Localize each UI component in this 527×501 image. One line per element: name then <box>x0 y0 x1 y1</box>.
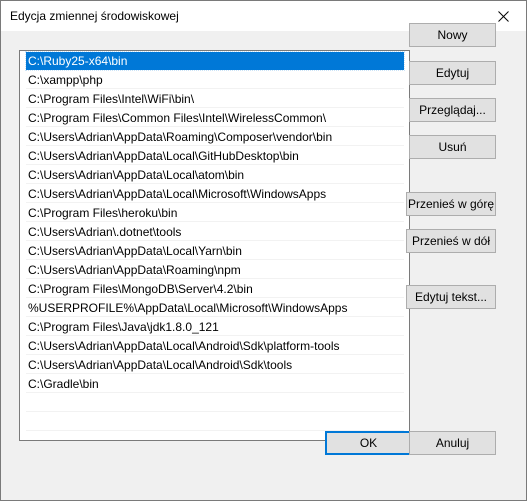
path-list-item[interactable]: C:\Program Files\MongoDB\Server\4.2\bin <box>26 280 404 298</box>
path-list-item[interactable]: C:\Users\Adrian\AppData\Roaming\npm <box>26 261 404 279</box>
path-list-item[interactable]: C:\Users\Adrian\AppData\Local\Android\Sd… <box>26 337 404 355</box>
path-list-item[interactable]: C:\Users\Adrian\AppData\Local\Yarn\bin <box>26 242 404 260</box>
path-list-item[interactable]: C:\Users\Adrian\AppData\Local\Android\Sd… <box>26 356 404 374</box>
path-list-item[interactable]: C:\Users\Adrian\.dotnet\tools <box>26 223 404 241</box>
move-up-button[interactable]: Przenieś w górę <box>406 192 496 216</box>
browse-button[interactable]: Przeglądaj... <box>409 98 496 122</box>
window-title: Edycja zmiennej środowiskowej <box>10 9 179 23</box>
path-list-item[interactable]: C:\Program Files\Common Files\Intel\Wire… <box>26 109 404 127</box>
empty-list-row[interactable] <box>26 394 404 412</box>
path-list-item[interactable]: C:\Users\Adrian\AppData\Local\Microsoft\… <box>26 185 404 203</box>
edit-text-button[interactable]: Edytuj tekst... <box>406 285 496 309</box>
move-down-button[interactable]: Przenieś w dół <box>406 229 496 253</box>
edit-button[interactable]: Edytuj <box>409 61 496 85</box>
path-list-item[interactable]: C:\Gradle\bin <box>26 375 404 393</box>
path-list-item[interactable]: C:\Users\Adrian\AppData\Local\GitHubDesk… <box>26 147 404 165</box>
path-list-item[interactable]: C:\Program Files\Java\jdk1.8.0_121 <box>26 318 404 336</box>
path-list-item[interactable]: C:\Users\Adrian\AppData\Roaming\Composer… <box>26 128 404 146</box>
new-button[interactable]: Nowy <box>409 23 496 47</box>
path-list-item[interactable]: %USERPROFILE%\AppData\Local\Microsoft\Wi… <box>26 299 404 317</box>
path-list[interactable]: C:\Ruby25-x64\bin C:\xampp\php C:\Program … <box>19 50 410 441</box>
cancel-button[interactable]: Anuluj <box>409 431 496 455</box>
delete-button[interactable]: Usuń <box>409 135 496 159</box>
ok-button[interactable]: OK <box>325 431 412 455</box>
path-list-item[interactable]: C:\Ruby25-x64\bin <box>25 51 405 71</box>
path-list-item[interactable]: C:\Program Files\heroku\bin <box>26 204 404 222</box>
edit-env-variable-dialog: Edycja zmiennej środowiskowej C:\Ruby25-… <box>0 0 527 501</box>
path-list-item[interactable]: C:\xampp\php <box>26 71 404 89</box>
path-list-item[interactable]: C:\Program Files\Intel\WiFi\bin\ <box>26 90 404 108</box>
empty-list-row[interactable] <box>26 413 404 431</box>
close-icon <box>497 10 509 22</box>
path-list-item[interactable]: C:\Users\Adrian\AppData\Local\atom\bin <box>26 166 404 184</box>
